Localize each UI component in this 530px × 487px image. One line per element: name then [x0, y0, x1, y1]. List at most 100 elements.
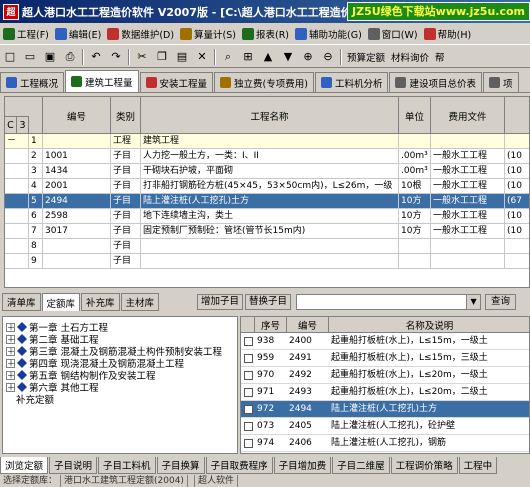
menu-item-4[interactable]: 报表(R)	[239, 24, 292, 44]
pane-splitter[interactable]	[0, 288, 530, 292]
menu-item-2[interactable]: 数据维护(D)	[104, 24, 177, 44]
new-icon[interactable]: □	[1, 48, 19, 66]
table-row[interactable]: 5 2494 子目 陆上灌注桩(人工挖孔)土方 10方 一般水工工程 (67	[5, 194, 529, 209]
main-tab-label: 工程概况	[20, 78, 59, 90]
catalog-header-code[interactable]: 编号	[287, 317, 329, 333]
menu-item-5[interactable]: 辅助功能(G)	[292, 24, 365, 44]
row-checkbox[interactable]	[244, 388, 253, 397]
subitem-select[interactable]: ▼	[296, 294, 482, 310]
row-checkbox[interactable]	[244, 354, 253, 363]
replace-subitem-button[interactable]: 替换子目	[245, 294, 292, 310]
expand-toggle-icon[interactable]: ＋	[6, 358, 15, 368]
catalog-row[interactable]: 974 2406 陆上灌注桩(人工挖孔)，钢筋	[241, 435, 529, 452]
expand-toggle-icon[interactable]: ＋	[6, 382, 15, 392]
table-row[interactable]: － 1 工程 建筑工程	[5, 134, 529, 149]
collapse-icon[interactable]: ⊖	[319, 48, 337, 66]
main-tab-6[interactable]: 项	[483, 72, 519, 92]
catalog-row[interactable]: 073 2405 陆上灌注桩(人工挖孔)，砼护壁	[241, 418, 529, 435]
grid-header-name[interactable]: 工程名称	[141, 97, 399, 134]
toolbar-text-button-0[interactable]: 预算定额	[344, 48, 388, 66]
table-row[interactable]: 2 1001 子目 人力挖一般土方，一类：I、II .00m³ 一般水工工程 (10	[5, 149, 529, 164]
catalog-row[interactable]: 938 2400 起重船打板桩(水上)，L≤15m，一级土	[241, 333, 529, 350]
main-tab-2[interactable]: 安装工程量	[139, 72, 214, 92]
detail-tab-0[interactable]: 浏览定额	[0, 457, 49, 474]
catalog-header-no[interactable]: 序号	[255, 317, 287, 333]
redo-icon[interactable]: ↷	[107, 48, 125, 66]
catalog-row[interactable]: 959 2491 起重船打板桩(水上)，L≤15m，三级土	[241, 350, 529, 367]
main-tab-5[interactable]: 建设项目总价表	[389, 72, 482, 92]
library-tab-3[interactable]: 主材库	[120, 293, 160, 311]
main-tab-3[interactable]: 独立费(专项费用)	[214, 72, 314, 92]
detail-tab-1[interactable]: 子目说明	[49, 457, 98, 474]
table-row[interactable]: 6 2598 子目 地下连续墙主沟，类土 10方 一般水工工程 (10	[5, 209, 529, 224]
row-checkbox[interactable]	[244, 337, 253, 346]
grid-header-unit[interactable]: 单位	[399, 97, 431, 134]
library-tab-2[interactable]: 补充库	[81, 293, 120, 311]
detail-tab-4[interactable]: 子目取费程序	[205, 457, 273, 474]
main-tab-0[interactable]: 工程概况	[0, 72, 65, 92]
expand-icon[interactable]: ⊕	[299, 48, 317, 66]
row-checkbox[interactable]	[244, 405, 253, 414]
row-checkbox[interactable]	[244, 422, 253, 431]
project-grid[interactable]: C 3 编号 类别 工程名称 单位 费用文件 － 1 工程 建筑工程 2 1001 子目 人力…	[4, 96, 530, 288]
main-tab-1[interactable]: 建筑工程量	[65, 70, 139, 92]
toolbar-text-button-2[interactable]: 帮	[432, 48, 448, 66]
expand-toggle-icon[interactable]: ＋	[6, 346, 15, 356]
open-icon[interactable]: ▭	[21, 48, 39, 66]
catalog-row[interactable]: 970 2492 起重船打板桩(水上)，L≤20m，一级土	[241, 367, 529, 384]
table-row[interactable]: 9 子目	[5, 254, 529, 269]
up-icon[interactable]: ▲	[259, 48, 277, 66]
chapter-tree[interactable]: ＋第一章 土石方工程＋第二章 基础工程＋第三章 混凝土及钢筋混凝土构件预制安装工…	[2, 316, 238, 454]
toolbar-text-button-1[interactable]: 材料询价	[388, 48, 432, 66]
grid-header-level-3[interactable]: 3	[17, 116, 29, 134]
print-icon[interactable]: ⎙	[61, 48, 79, 66]
main-tab-4[interactable]: 工料机分析	[314, 72, 389, 92]
copy-icon[interactable]: ❐	[153, 48, 171, 66]
save-icon[interactable]: ▣	[41, 48, 59, 66]
catalog-cell-code: 2492	[289, 370, 312, 380]
query-button[interactable]: 查询	[485, 294, 517, 310]
catalog-row[interactable]: 971 2493 起重船打板桩(水上)，L≤20m，二级土	[241, 384, 529, 401]
table-row[interactable]: 4 2001 子目 打非船打钢筋砼方桩(45×45，53×50cm内)，L≤26m，一…	[5, 179, 529, 194]
detail-tab-8[interactable]: 工程中	[458, 457, 498, 474]
row-checkbox[interactable]	[244, 439, 253, 448]
detail-tab-6[interactable]: 子目二维屋	[332, 457, 390, 474]
paste-icon[interactable]: ▤	[173, 48, 191, 66]
table-row[interactable]: 8 子目	[5, 239, 529, 254]
expand-toggle-icon[interactable]: ＋	[6, 370, 15, 380]
find-icon[interactable]: ⌕	[219, 48, 237, 66]
delete-icon[interactable]: ✕	[193, 48, 211, 66]
cut-icon[interactable]: ✂	[133, 48, 151, 66]
detail-tab-5[interactable]: 子目增加费	[273, 457, 332, 474]
menu-item-1[interactable]: 编辑(E)	[52, 24, 104, 44]
grid-header-code[interactable]: 编号	[43, 97, 111, 134]
insert-icon[interactable]: ⊞	[239, 48, 257, 66]
tree-node[interactable]: 补充定额	[16, 393, 54, 406]
library-tab-0[interactable]: 清单库	[2, 293, 41, 311]
menu-item-3[interactable]: 算量计(S)	[177, 24, 239, 44]
expand-toggle-icon[interactable]: ＋	[6, 322, 15, 332]
menu-item-7[interactable]: 帮助(H)	[421, 24, 475, 44]
detail-tab-2[interactable]: 子目工料机	[98, 457, 156, 474]
table-row[interactable]: 3 1434 子目 干砌块石护坡，平面砌 .00m³ 一般水工工程 (10	[5, 164, 529, 179]
detail-tab-7[interactable]: 工程调价策略	[390, 457, 458, 474]
grid-header-file[interactable]: 费用文件	[431, 97, 505, 134]
grid-cell-type: 子目	[111, 254, 141, 269]
catalog-header-name[interactable]: 名称及说明	[329, 317, 529, 333]
chevron-down-icon[interactable]: ▼	[466, 295, 481, 309]
add-subitem-button[interactable]: 增加子目	[197, 294, 244, 310]
row-checkbox[interactable]	[244, 371, 253, 380]
menu-item-0[interactable]: 工程(F)	[0, 24, 52, 44]
library-tab-1[interactable]: 定额库	[41, 293, 81, 311]
table-row[interactable]: 7 3017 子目 固定预制厂预制砼：管坯(管节长15m内) 10方 一般水工工程 (10	[5, 224, 529, 239]
status-bar: 选择定额库： 港口水工建筑工程定额(2004) 超人软件	[0, 475, 530, 487]
undo-icon[interactable]: ↶	[87, 48, 105, 66]
grid-header-level-c[interactable]: C	[5, 116, 17, 134]
menu-item-6[interactable]: 窗口(W)	[365, 24, 421, 44]
expand-toggle-icon[interactable]: ＋	[6, 334, 15, 344]
down-icon[interactable]: ▼	[279, 48, 297, 66]
catalog-list[interactable]: 序号 编号 名称及说明 938 2400 起重船打板桩(水上)，L≤15m，一级土 9…	[240, 316, 530, 454]
grid-header-type[interactable]: 类别	[111, 97, 141, 134]
detail-tab-3[interactable]: 子目换算	[156, 457, 205, 474]
catalog-row[interactable]: 972 2494 陆上灌注桩(人工挖孔)土方	[241, 401, 529, 418]
